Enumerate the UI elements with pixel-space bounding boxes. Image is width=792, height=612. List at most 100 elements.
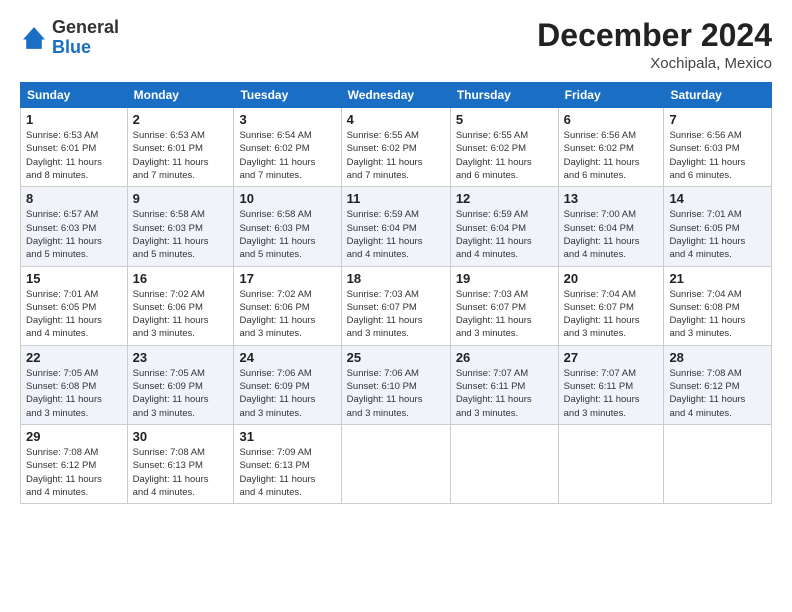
calendar-cell: 29 Sunrise: 7:08 AMSunset: 6:12 PMDaylig… (21, 424, 128, 503)
day-info: Sunrise: 6:56 AMSunset: 6:02 PMDaylight:… (564, 129, 659, 182)
day-number: 28 (669, 350, 766, 365)
day-info: Sunrise: 7:03 AMSunset: 6:07 PMDaylight:… (456, 288, 553, 341)
logo-text: General Blue (52, 18, 119, 58)
day-number: 8 (26, 191, 122, 206)
calendar-cell: 11 Sunrise: 6:59 AMSunset: 6:04 PMDaylig… (341, 187, 450, 266)
calendar-cell: 10 Sunrise: 6:58 AMSunset: 6:03 PMDaylig… (234, 187, 341, 266)
calendar-cell: 31 Sunrise: 7:09 AMSunset: 6:13 PMDaylig… (234, 424, 341, 503)
day-number: 15 (26, 271, 122, 286)
day-info: Sunrise: 7:07 AMSunset: 6:11 PMDaylight:… (456, 367, 553, 420)
logo-icon (20, 24, 48, 52)
day-info: Sunrise: 6:59 AMSunset: 6:04 PMDaylight:… (456, 208, 553, 261)
day-number: 20 (564, 271, 659, 286)
day-number: 1 (26, 112, 122, 127)
month-title: December 2024 (537, 18, 772, 53)
calendar-cell: 14 Sunrise: 7:01 AMSunset: 6:05 PMDaylig… (664, 187, 772, 266)
calendar-cell: 18 Sunrise: 7:03 AMSunset: 6:07 PMDaylig… (341, 266, 450, 345)
col-saturday: Saturday (664, 83, 772, 108)
day-number: 27 (564, 350, 659, 365)
day-number: 17 (239, 271, 335, 286)
calendar-week-row: 29 Sunrise: 7:08 AMSunset: 6:12 PMDaylig… (21, 424, 772, 503)
calendar-cell: 28 Sunrise: 7:08 AMSunset: 6:12 PMDaylig… (664, 345, 772, 424)
day-number: 13 (564, 191, 659, 206)
day-number: 4 (347, 112, 445, 127)
calendar-cell: 5 Sunrise: 6:55 AMSunset: 6:02 PMDayligh… (450, 108, 558, 187)
day-number: 2 (133, 112, 229, 127)
col-tuesday: Tuesday (234, 83, 341, 108)
col-wednesday: Wednesday (341, 83, 450, 108)
calendar-cell: 6 Sunrise: 6:56 AMSunset: 6:02 PMDayligh… (558, 108, 664, 187)
calendar-cell: 7 Sunrise: 6:56 AMSunset: 6:03 PMDayligh… (664, 108, 772, 187)
day-number: 25 (347, 350, 445, 365)
day-number: 18 (347, 271, 445, 286)
calendar-cell (450, 424, 558, 503)
day-info: Sunrise: 7:07 AMSunset: 6:11 PMDaylight:… (564, 367, 659, 420)
day-number: 21 (669, 271, 766, 286)
calendar-cell (341, 424, 450, 503)
day-number: 22 (26, 350, 122, 365)
calendar-week-row: 15 Sunrise: 7:01 AMSunset: 6:05 PMDaylig… (21, 266, 772, 345)
calendar-cell: 26 Sunrise: 7:07 AMSunset: 6:11 PMDaylig… (450, 345, 558, 424)
calendar-cell: 27 Sunrise: 7:07 AMSunset: 6:11 PMDaylig… (558, 345, 664, 424)
day-info: Sunrise: 7:01 AMSunset: 6:05 PMDaylight:… (669, 208, 766, 261)
calendar-cell (558, 424, 664, 503)
day-number: 9 (133, 191, 229, 206)
calendar-cell: 2 Sunrise: 6:53 AMSunset: 6:01 PMDayligh… (127, 108, 234, 187)
calendar-cell: 9 Sunrise: 6:58 AMSunset: 6:03 PMDayligh… (127, 187, 234, 266)
day-info: Sunrise: 7:01 AMSunset: 6:05 PMDaylight:… (26, 288, 122, 341)
day-info: Sunrise: 6:53 AMSunset: 6:01 PMDaylight:… (26, 129, 122, 182)
day-info: Sunrise: 7:06 AMSunset: 6:10 PMDaylight:… (347, 367, 445, 420)
calendar-cell: 13 Sunrise: 7:00 AMSunset: 6:04 PMDaylig… (558, 187, 664, 266)
day-info: Sunrise: 6:54 AMSunset: 6:02 PMDaylight:… (239, 129, 335, 182)
col-sunday: Sunday (21, 83, 128, 108)
day-info: Sunrise: 6:55 AMSunset: 6:02 PMDaylight:… (347, 129, 445, 182)
calendar-week-row: 1 Sunrise: 6:53 AMSunset: 6:01 PMDayligh… (21, 108, 772, 187)
day-number: 19 (456, 271, 553, 286)
day-number: 5 (456, 112, 553, 127)
day-number: 31 (239, 429, 335, 444)
title-block: December 2024 Xochipala, Mexico (537, 18, 772, 72)
day-info: Sunrise: 7:04 AMSunset: 6:07 PMDaylight:… (564, 288, 659, 341)
day-number: 6 (564, 112, 659, 127)
col-monday: Monday (127, 83, 234, 108)
calendar-cell: 4 Sunrise: 6:55 AMSunset: 6:02 PMDayligh… (341, 108, 450, 187)
calendar-cell: 8 Sunrise: 6:57 AMSunset: 6:03 PMDayligh… (21, 187, 128, 266)
calendar-cell (664, 424, 772, 503)
day-info: Sunrise: 6:53 AMSunset: 6:01 PMDaylight:… (133, 129, 229, 182)
day-info: Sunrise: 6:55 AMSunset: 6:02 PMDaylight:… (456, 129, 553, 182)
location: Xochipala, Mexico (537, 55, 772, 72)
header: General Blue December 2024 Xochipala, Me… (20, 18, 772, 72)
calendar-header-row: Sunday Monday Tuesday Wednesday Thursday… (21, 83, 772, 108)
calendar-cell: 19 Sunrise: 7:03 AMSunset: 6:07 PMDaylig… (450, 266, 558, 345)
calendar-cell: 16 Sunrise: 7:02 AMSunset: 6:06 PMDaylig… (127, 266, 234, 345)
day-info: Sunrise: 7:08 AMSunset: 6:12 PMDaylight:… (26, 446, 122, 499)
calendar-cell: 1 Sunrise: 6:53 AMSunset: 6:01 PMDayligh… (21, 108, 128, 187)
day-number: 14 (669, 191, 766, 206)
day-info: Sunrise: 7:03 AMSunset: 6:07 PMDaylight:… (347, 288, 445, 341)
calendar-cell: 17 Sunrise: 7:02 AMSunset: 6:06 PMDaylig… (234, 266, 341, 345)
calendar-page: General Blue December 2024 Xochipala, Me… (0, 0, 792, 514)
day-number: 3 (239, 112, 335, 127)
day-info: Sunrise: 6:58 AMSunset: 6:03 PMDaylight:… (239, 208, 335, 261)
logo-general: General (52, 17, 119, 37)
calendar-cell: 23 Sunrise: 7:05 AMSunset: 6:09 PMDaylig… (127, 345, 234, 424)
day-number: 11 (347, 191, 445, 206)
calendar-cell: 20 Sunrise: 7:04 AMSunset: 6:07 PMDaylig… (558, 266, 664, 345)
day-info: Sunrise: 7:00 AMSunset: 6:04 PMDaylight:… (564, 208, 659, 261)
day-info: Sunrise: 7:02 AMSunset: 6:06 PMDaylight:… (239, 288, 335, 341)
day-info: Sunrise: 7:09 AMSunset: 6:13 PMDaylight:… (239, 446, 335, 499)
day-info: Sunrise: 7:02 AMSunset: 6:06 PMDaylight:… (133, 288, 229, 341)
calendar-table: Sunday Monday Tuesday Wednesday Thursday… (20, 82, 772, 504)
calendar-cell: 24 Sunrise: 7:06 AMSunset: 6:09 PMDaylig… (234, 345, 341, 424)
day-info: Sunrise: 7:06 AMSunset: 6:09 PMDaylight:… (239, 367, 335, 420)
day-info: Sunrise: 7:08 AMSunset: 6:12 PMDaylight:… (669, 367, 766, 420)
day-number: 24 (239, 350, 335, 365)
day-number: 12 (456, 191, 553, 206)
day-info: Sunrise: 6:56 AMSunset: 6:03 PMDaylight:… (669, 129, 766, 182)
calendar-cell: 3 Sunrise: 6:54 AMSunset: 6:02 PMDayligh… (234, 108, 341, 187)
calendar-cell: 15 Sunrise: 7:01 AMSunset: 6:05 PMDaylig… (21, 266, 128, 345)
calendar-cell: 21 Sunrise: 7:04 AMSunset: 6:08 PMDaylig… (664, 266, 772, 345)
day-number: 16 (133, 271, 229, 286)
day-info: Sunrise: 6:59 AMSunset: 6:04 PMDaylight:… (347, 208, 445, 261)
day-number: 30 (133, 429, 229, 444)
